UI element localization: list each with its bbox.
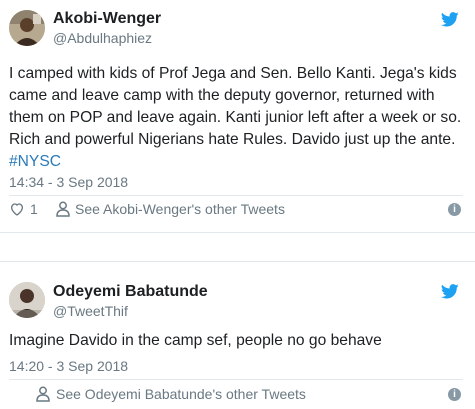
heart-icon[interactable] (9, 201, 25, 217)
divider (9, 379, 463, 380)
tweet-body: I camped with kids of Prof Jega and Sen.… (9, 65, 462, 148)
person-icon (36, 386, 50, 402)
display-name[interactable]: Akobi-Wenger (53, 10, 161, 28)
user-handle[interactable]: @Abdulhaphiez (53, 30, 152, 46)
tweet-card: Odeyemi Babatunde @TweetThif Imagine Dav… (0, 262, 475, 409)
action-bar: See Odeyemi Babatunde's other Tweets i (9, 385, 463, 405)
person-icon (56, 201, 70, 217)
tweet-text: I camped with kids of Prof Jega and Sen.… (9, 63, 463, 173)
action-bar: 1 See Akobi-Wenger's other Tweets i (9, 200, 463, 220)
avatar[interactable] (9, 282, 45, 318)
user-handle[interactable]: @TweetThif (53, 303, 128, 319)
divider (9, 195, 463, 196)
info-icon[interactable]: i (448, 203, 461, 216)
avatar[interactable] (9, 10, 45, 46)
display-name[interactable]: Odeyemi Babatunde (53, 283, 208, 301)
hashtag-link[interactable]: #NYSC (9, 153, 61, 170)
timestamp[interactable]: 14:20 - 3 Sep 2018 (9, 358, 128, 374)
like-count: 1 (30, 201, 38, 217)
twitter-bird-icon[interactable] (441, 12, 459, 27)
info-icon[interactable]: i (448, 388, 461, 401)
twitter-bird-icon[interactable] (441, 284, 459, 299)
see-other-tweets-link[interactable]: See Akobi-Wenger's other Tweets (75, 201, 285, 217)
tweet-card: Akobi-Wenger @Abdulhaphiez I camped with… (0, 0, 475, 232)
tweet-separator (0, 232, 475, 262)
timestamp[interactable]: 14:34 - 3 Sep 2018 (9, 174, 128, 190)
see-other-tweets-link[interactable]: See Odeyemi Babatunde's other Tweets (56, 386, 306, 402)
tweet-text: Imagine Davido in the camp sef, people n… (9, 332, 382, 349)
